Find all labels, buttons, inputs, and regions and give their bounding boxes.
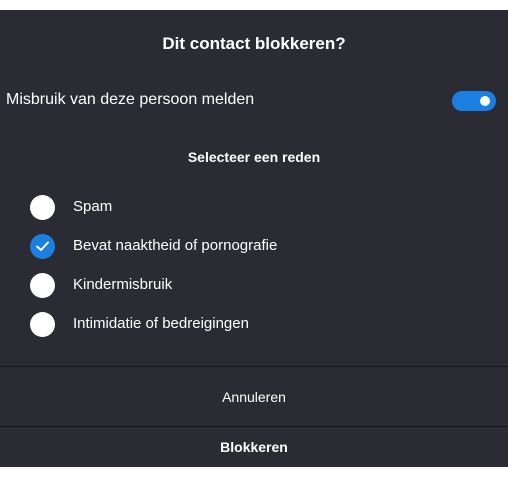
- reason-option-nudity[interactable]: Bevat naaktheid of pornografie: [0, 233, 508, 272]
- reason-option-harassment[interactable]: Intimidatie of bedreigingen: [0, 311, 508, 350]
- radio-button[interactable]: [30, 273, 55, 298]
- reason-label: Spam: [73, 198, 113, 215]
- reason-label: Kindermisbruik: [73, 276, 173, 293]
- reason-heading: Selecteer een reden: [187, 149, 321, 165]
- report-abuse-label: Misbruik van deze persoon melden: [6, 91, 255, 108]
- radio-button[interactable]: [30, 312, 55, 337]
- report-abuse-row: Misbruik van deze persoon melden: [0, 86, 508, 114]
- cancel-button[interactable]: Annuleren: [0, 368, 508, 426]
- reason-option-spam[interactable]: Spam: [0, 194, 508, 233]
- block-button[interactable]: Blokkeren: [0, 428, 508, 467]
- reason-label: Bevat naaktheid of pornografie: [73, 237, 278, 254]
- divider: [0, 366, 508, 367]
- reason-option-child-abuse[interactable]: Kindermisbruik: [0, 272, 508, 311]
- checkmark-icon: [36, 241, 49, 251]
- toggle-knob: [480, 96, 490, 106]
- reason-list: Spam Bevat naaktheid of pornografie Kind…: [0, 194, 508, 350]
- report-abuse-toggle[interactable]: [452, 91, 496, 111]
- dialog-title: Dit contact blokkeren?: [162, 34, 346, 53]
- block-contact-dialog: Dit contact blokkeren? Misbruik van deze…: [0, 10, 508, 467]
- radio-button-selected[interactable]: [30, 234, 55, 259]
- reason-label: Intimidatie of bedreigingen: [73, 315, 249, 332]
- divider: [0, 426, 508, 427]
- radio-button[interactable]: [30, 195, 55, 220]
